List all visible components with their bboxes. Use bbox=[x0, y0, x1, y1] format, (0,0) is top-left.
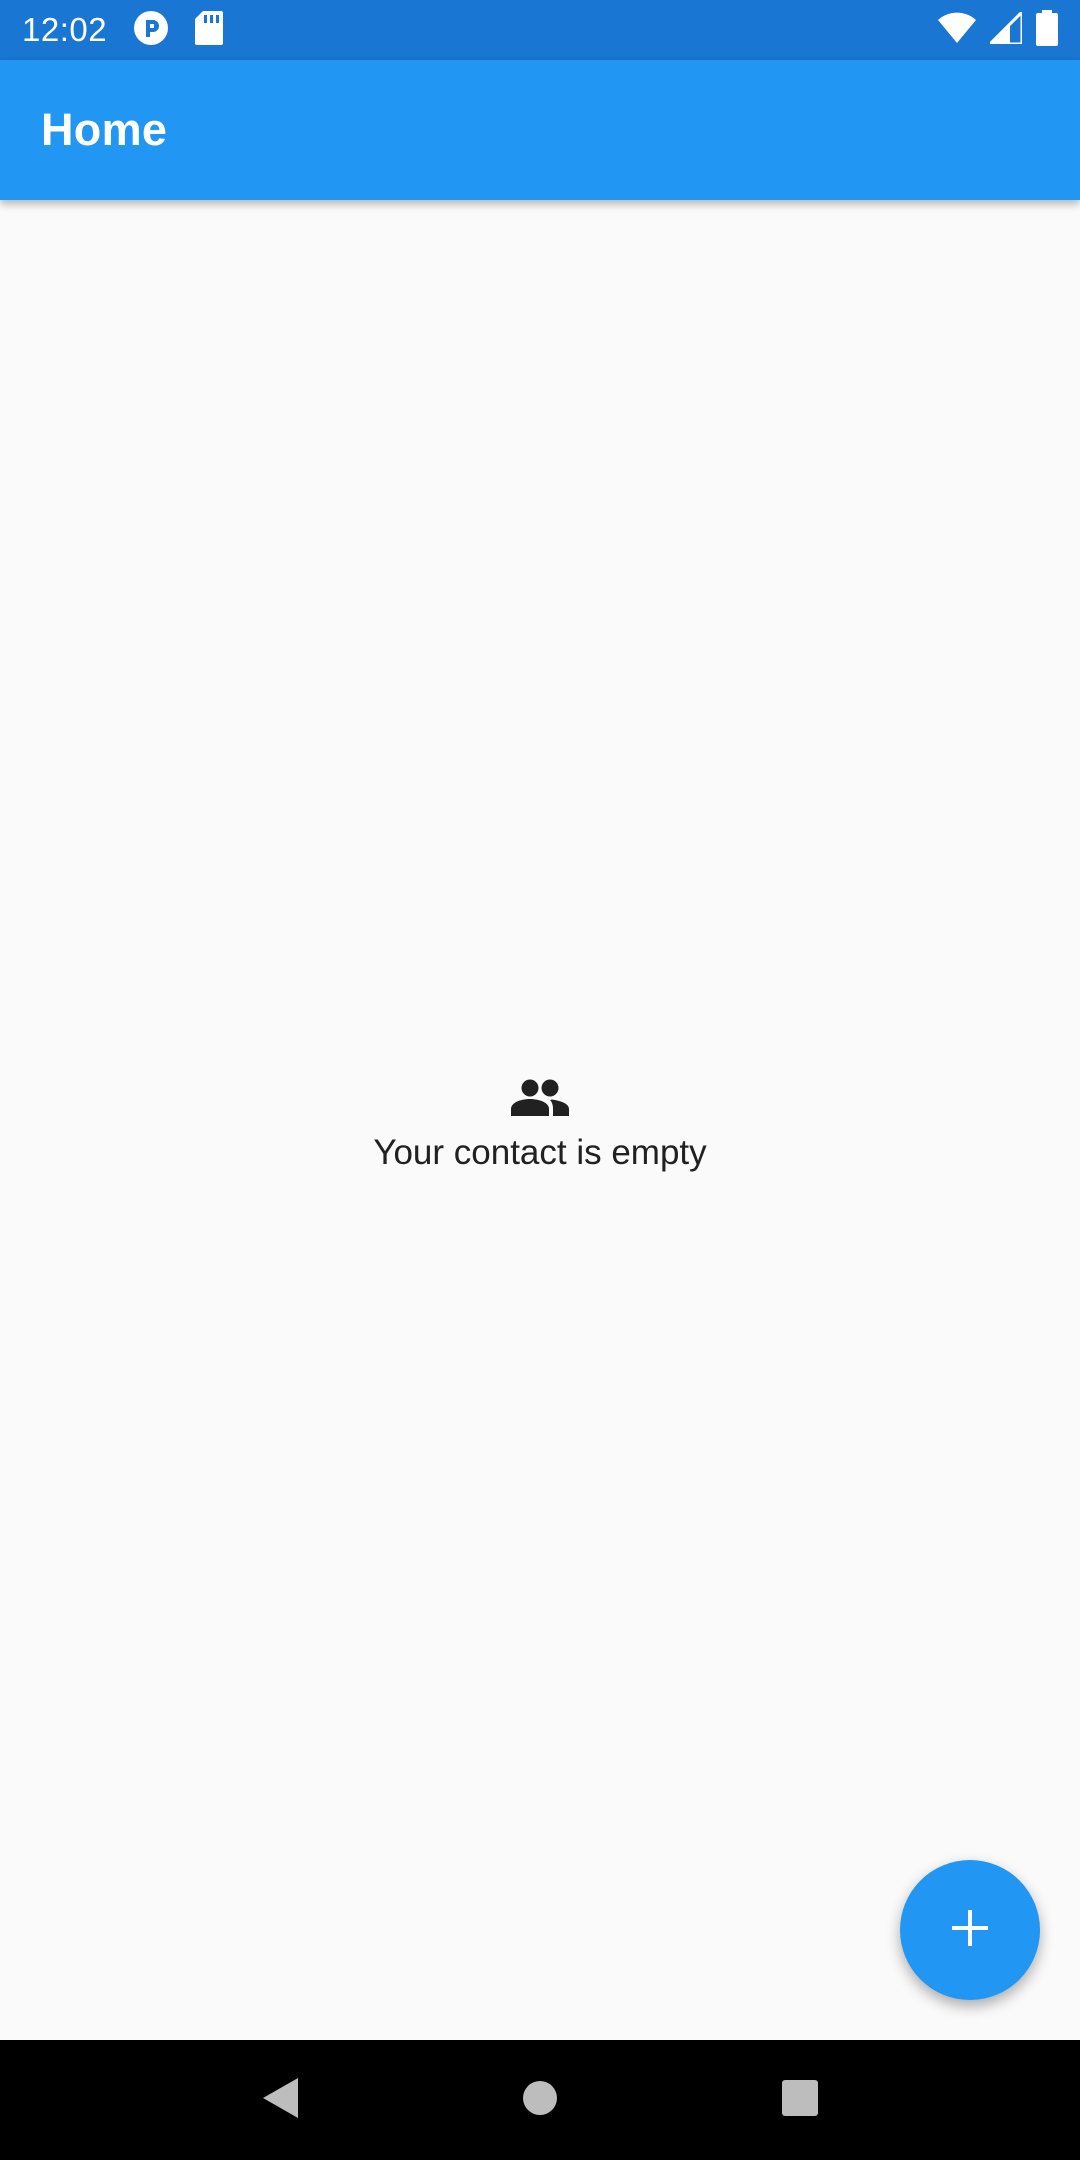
app-bar: Home bbox=[0, 60, 1080, 200]
recents-icon bbox=[781, 2079, 819, 2122]
battery-icon bbox=[1036, 9, 1058, 51]
back-button[interactable] bbox=[240, 2060, 320, 2140]
home-icon bbox=[522, 2080, 558, 2121]
screen: 12:02 Home Your contact is empty bbox=[0, 0, 1080, 2160]
signal-icon bbox=[986, 7, 1024, 49]
add-icon bbox=[950, 1908, 990, 1953]
status-left: 12:02 bbox=[22, 10, 224, 51]
home-button[interactable] bbox=[500, 2060, 580, 2140]
wifi-icon bbox=[938, 12, 976, 49]
status-bar: 12:02 bbox=[0, 0, 1080, 60]
status-right bbox=[938, 7, 1058, 51]
page-title: Home bbox=[41, 104, 168, 155]
navigation-bar bbox=[0, 2040, 1080, 2160]
back-icon bbox=[260, 2076, 300, 2125]
people-icon bbox=[510, 1078, 570, 1123]
empty-message: Your contact is empty bbox=[373, 1133, 707, 1172]
recents-button[interactable] bbox=[760, 2060, 840, 2140]
empty-state: Your contact is empty bbox=[0, 1078, 1080, 1173]
status-time: 12:02 bbox=[22, 11, 108, 48]
sd-card-icon bbox=[195, 10, 224, 50]
pocket-casts-icon bbox=[133, 10, 169, 51]
add-contact-button[interactable] bbox=[900, 1860, 1040, 2000]
